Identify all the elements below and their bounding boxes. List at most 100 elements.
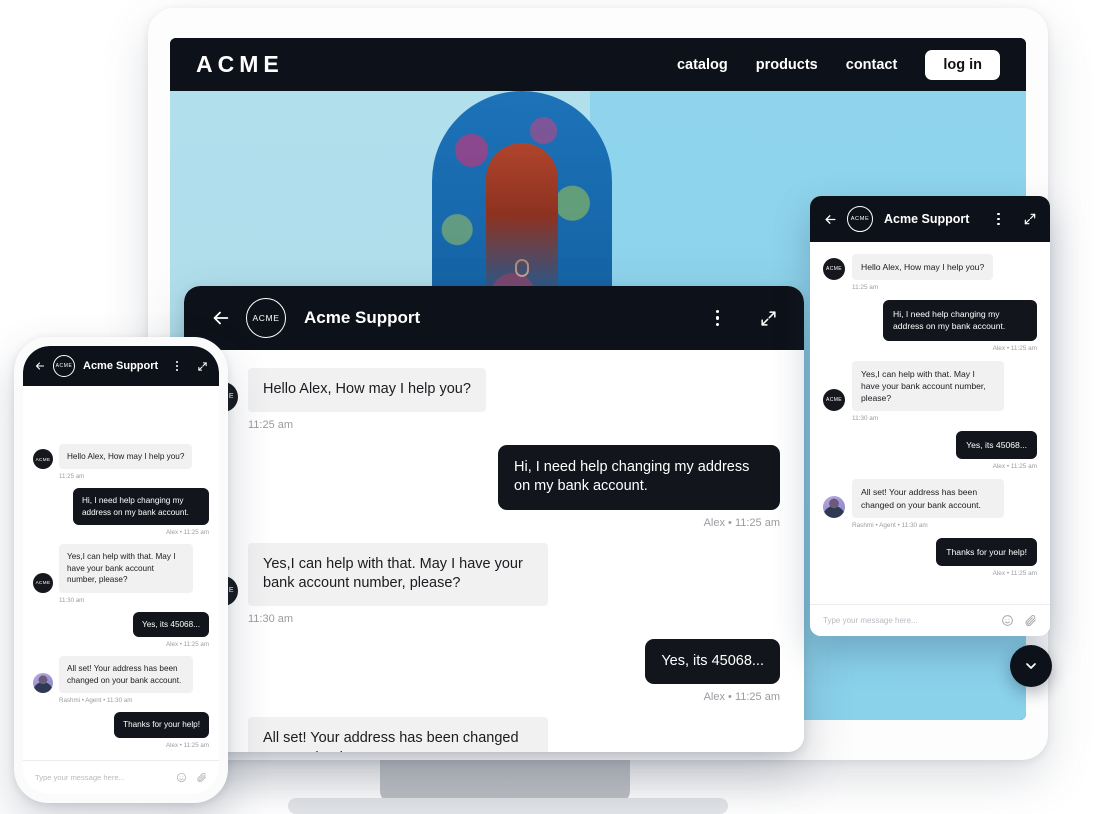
message-meta: Alex • 11:25 am [992, 463, 1037, 471]
floating-chat-widget: ACME Acme Support ACME Hello Alex, How m… [810, 196, 1050, 636]
message-bubble: Yes,I can help with that. May I have you… [248, 542, 548, 606]
phone-device: ACME Acme Support ACME Hello Alex, How m… [14, 337, 228, 803]
message-bubble: All set! Your address has been changed o… [59, 656, 193, 694]
message-meta: Rashmi • Agent • 11:30 am [852, 521, 928, 529]
message-meta: 11:25 am [248, 418, 294, 431]
tablet-chat-window: ACME Acme Support ACME Hello Alex, How m… [184, 286, 804, 752]
expand-arrows-icon[interactable] [197, 361, 208, 372]
message-bubble: All set! Your address has been changed o… [852, 479, 1004, 518]
message-bubble: Yes, its 45068... [133, 611, 209, 638]
message-bubble: Hello Alex, How may I help you? [852, 254, 994, 281]
message-row: ACME Hello Alex, How may I help you? [208, 368, 780, 412]
mockup-scene: ACME catalog products contact log in ACM… [0, 0, 1120, 814]
acme-avatar: ACME [847, 206, 873, 232]
more-vertical-icon[interactable] [997, 212, 1000, 226]
message-row: Hi, I need help changing my address on m… [33, 488, 209, 526]
message-input[interactable]: Type your message here... [823, 616, 991, 625]
message-row: All set! Your address has been changed o… [33, 656, 209, 694]
login-button[interactable]: log in [925, 49, 1000, 80]
chat-message-list[interactable]: ACME Hello Alex, How may I help you? 11:… [184, 350, 804, 752]
message-row: ACME Yes,I can help with that. May I hav… [208, 542, 780, 606]
acme-avatar: ACME [53, 355, 75, 377]
message-meta: 11:25 am [852, 284, 879, 292]
more-vertical-icon[interactable] [715, 309, 719, 327]
message-bubble: Yes, its 45068... [645, 638, 780, 685]
expand-arrows-icon[interactable] [759, 309, 778, 328]
message-meta: Alex • 11:25 am [703, 691, 780, 704]
message-meta: Alex • 11:25 am [166, 741, 209, 749]
message-row: ACME Yes,I can help with that. May I hav… [823, 360, 1037, 412]
paperclip-icon[interactable] [196, 772, 207, 783]
monitor-base [288, 798, 728, 814]
chat-title: Acme Support [304, 308, 421, 327]
brand-logo: ACME [196, 51, 284, 77]
message-row: Yes, its 45068... [33, 611, 209, 638]
site-navbar: ACME catalog products contact log in [170, 38, 1026, 91]
chat-title: Acme Support [83, 360, 159, 372]
nav-link-products[interactable]: products [756, 57, 818, 73]
message-meta: 11:30 am [59, 596, 85, 604]
agent-avatar [33, 673, 53, 694]
chat-message-list[interactable]: ACME Hello Alex, How may I help you? 11:… [810, 242, 1050, 604]
acme-avatar: ACME [33, 449, 53, 470]
chat-panel: ACME Acme Support ACME Hello Alex, How m… [23, 346, 219, 794]
chevron-down-icon [1023, 658, 1039, 674]
nav-link-catalog[interactable]: catalog [677, 57, 728, 73]
scroll-down-fab[interactable] [1010, 645, 1052, 687]
acme-avatar: ACME [33, 572, 53, 593]
message-bubble: All set! Your address has been changed o… [248, 717, 548, 752]
nav-links: catalog products contact log in [677, 49, 1000, 80]
message-row: ACME Hello Alex, How may I help you? [33, 444, 209, 470]
message-row: Yes, its 45068... [823, 431, 1037, 460]
expand-arrows-icon[interactable] [1023, 212, 1037, 226]
message-row: ACME Yes,I can help with that. May I hav… [33, 544, 209, 593]
message-bubble: Hello Alex, How may I help you? [59, 444, 193, 470]
acme-avatar: ACME [246, 298, 286, 338]
message-meta: Rashmi • Agent • 11:30 am [59, 697, 133, 705]
message-input[interactable]: Type your message here... [35, 773, 167, 782]
chat-composer: Type your message here... [810, 604, 1050, 636]
nav-link-contact[interactable]: contact [846, 57, 898, 73]
chat-panel: ACME Acme Support ACME Hello Alex, How m… [184, 286, 804, 752]
message-bubble: Hello Alex, How may I help you? [248, 368, 486, 412]
message-bubble: Yes,I can help with that. May I have you… [852, 360, 1004, 412]
message-row: All set! Your address has been changed o… [823, 479, 1037, 518]
message-meta: Alex • 11:25 am [992, 570, 1037, 578]
message-row: Thanks for your help! [823, 537, 1037, 567]
message-bubble: Yes, its 45068... [956, 431, 1037, 460]
message-row: Hi, I need help changing my address on m… [208, 444, 780, 510]
agent-avatar [823, 495, 845, 518]
message-bubble: Hi, I need help changing my address on m… [883, 300, 1037, 341]
message-row: Thanks for your help! [33, 712, 209, 738]
message-meta: 11:25 am [59, 473, 85, 481]
message-bubble: Thanks for your help! [936, 537, 1037, 567]
message-row: Yes, its 45068... [208, 638, 780, 685]
message-meta: Alex • 11:25 am [166, 529, 209, 537]
message-meta: Alex • 11:25 am [166, 641, 209, 649]
acme-avatar: ACME [823, 389, 845, 412]
chat-header: ACME Acme Support [810, 196, 1050, 242]
garment-ring-detail [515, 259, 529, 277]
more-vertical-icon[interactable] [175, 360, 178, 372]
message-meta: 11:30 am [852, 415, 879, 423]
message-bubble: Thanks for your help! [114, 712, 209, 738]
paperclip-icon[interactable] [1024, 614, 1037, 627]
message-meta: Alex • 11:25 am [703, 516, 780, 529]
monitor-stand [380, 757, 630, 803]
emoji-smile-icon[interactable] [176, 772, 187, 783]
chat-header: ACME Acme Support [23, 346, 219, 386]
message-meta: 11:30 am [248, 612, 294, 625]
back-arrow-icon[interactable] [210, 307, 232, 329]
message-row: Hi, I need help changing my address on m… [823, 300, 1037, 341]
message-row: All set! Your address has been changed o… [208, 717, 780, 752]
acme-avatar: ACME [823, 258, 845, 281]
back-arrow-icon[interactable] [823, 212, 838, 227]
chat-message-list[interactable]: ACME Hello Alex, How may I help you? 11:… [23, 386, 219, 760]
chat-panel: ACME Acme Support ACME Hello Alex, How m… [810, 196, 1050, 636]
chat-header: ACME Acme Support [184, 286, 804, 350]
back-arrow-icon[interactable] [34, 360, 46, 372]
chat-composer: Type your message here... [23, 760, 219, 794]
emoji-smile-icon[interactable] [1001, 614, 1014, 627]
message-meta: Alex • 11:25 am [992, 344, 1037, 352]
message-bubble: Yes,I can help with that. May I have you… [59, 544, 193, 593]
